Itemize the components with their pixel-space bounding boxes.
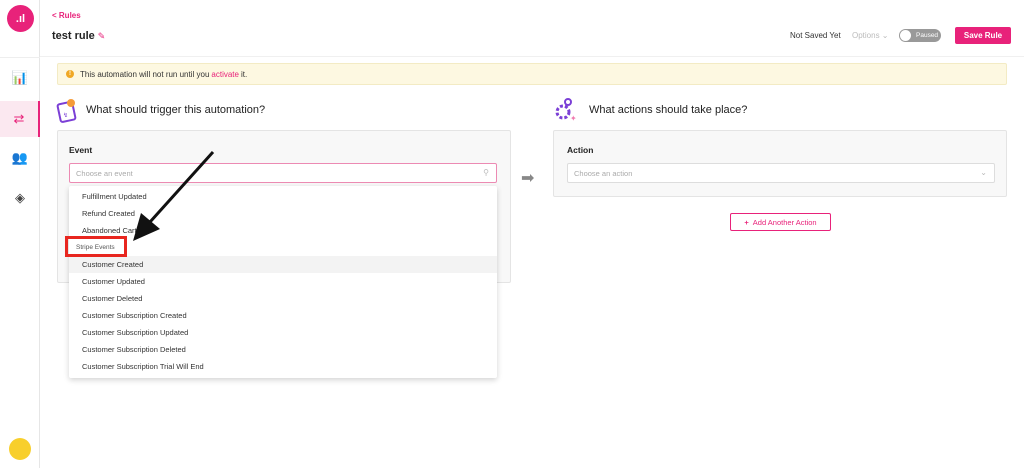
annotation-arrow: [133, 150, 215, 241]
